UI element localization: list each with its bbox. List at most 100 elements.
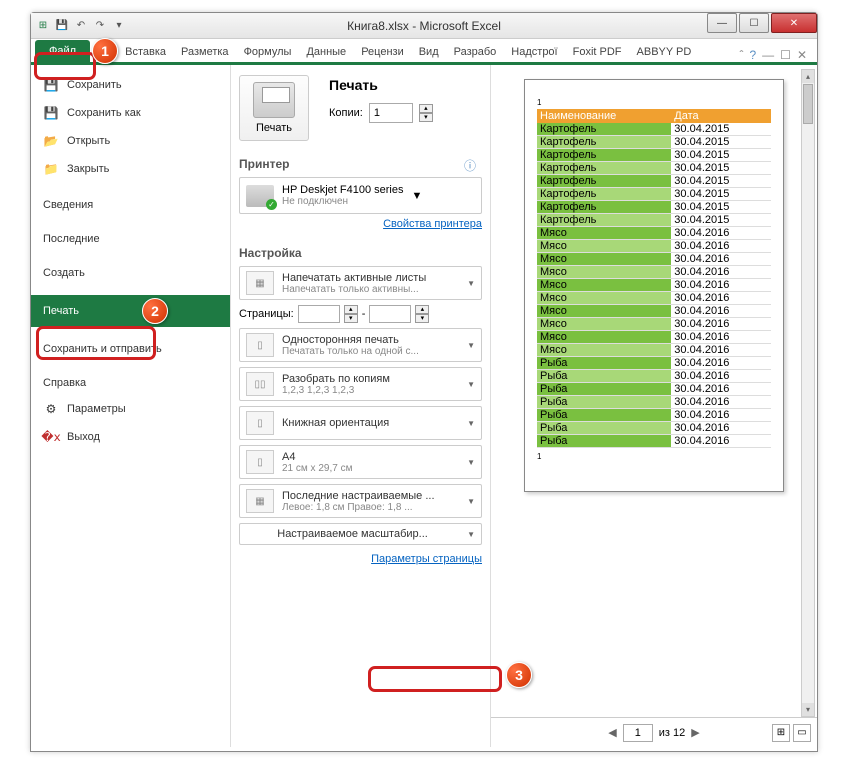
current-page-input[interactable] bbox=[623, 724, 653, 742]
tab-file[interactable]: Файл bbox=[35, 40, 90, 62]
cell: 30.04.2016 bbox=[671, 357, 771, 370]
nav-label: Справка bbox=[43, 377, 86, 389]
nav-share[interactable]: Сохранить и отправить bbox=[31, 337, 230, 361]
table-row: Картофель30.04.2015 bbox=[537, 175, 771, 188]
tab-abbyy[interactable]: ABBYY PD bbox=[630, 42, 699, 62]
zoom-page-button[interactable]: ▭ bbox=[793, 724, 811, 742]
table-row: Мясо30.04.2016 bbox=[537, 305, 771, 318]
window-minimize-icon[interactable]: — bbox=[762, 48, 774, 62]
spinner[interactable]: ▴▾ bbox=[415, 305, 429, 323]
app-window: ⊞ 💾 ↶ ↷ ▾ Книга8.xlsx - Microsoft Excel … bbox=[30, 12, 818, 752]
nav-recent[interactable]: Последние bbox=[31, 227, 230, 251]
cell: 30.04.2016 bbox=[671, 435, 771, 448]
close-icon: 📁 bbox=[43, 161, 59, 177]
sheets-icon: ▦ bbox=[246, 271, 274, 295]
callout-2: 2 bbox=[142, 298, 168, 324]
info-icon[interactable]: ⓘ bbox=[464, 157, 476, 174]
nav-new[interactable]: Создать bbox=[31, 261, 230, 285]
preview-scrollbar[interactable]: ▴ ▾ bbox=[801, 69, 815, 717]
tab-insert[interactable]: Вставка bbox=[118, 42, 173, 62]
setting-sides[interactable]: ▯ Односторонняя печатьПечатать только на… bbox=[239, 328, 482, 362]
window-close-icon[interactable]: ✕ bbox=[797, 48, 807, 62]
tab-developer[interactable]: Разрабо bbox=[447, 42, 504, 62]
cell: 30.04.2015 bbox=[671, 188, 771, 201]
prev-page-button[interactable]: ◀ bbox=[608, 726, 616, 739]
nav-save[interactable]: 💾Сохранить bbox=[31, 71, 230, 99]
cell: 30.04.2016 bbox=[671, 279, 771, 292]
window-title: Книга8.xlsx - Microsoft Excel bbox=[347, 19, 501, 33]
page-setup-link[interactable]: Параметры страницы bbox=[371, 553, 482, 565]
copies-spinner[interactable]: ▴▾ bbox=[419, 104, 433, 122]
nav-help[interactable]: Справка bbox=[31, 371, 230, 395]
help-icon[interactable]: ? bbox=[749, 48, 756, 62]
cell: 30.04.2016 bbox=[671, 396, 771, 409]
minimize-ribbon-icon[interactable]: ˆ bbox=[739, 48, 743, 62]
setting-collate[interactable]: ▯▯ Разобрать по копиям1,2,3 1,2,3 1,2,3 … bbox=[239, 367, 482, 401]
tab-layout[interactable]: Разметка bbox=[174, 42, 236, 62]
table-row: Рыба30.04.2016 bbox=[537, 383, 771, 396]
spinner[interactable]: ▴▾ bbox=[344, 305, 358, 323]
scroll-down-icon[interactable]: ▾ bbox=[802, 703, 814, 716]
setting-scaling[interactable]: Настраиваемое масштабир... ▼ bbox=[239, 523, 482, 545]
maximize-button[interactable]: ☐ bbox=[739, 13, 769, 33]
undo-icon[interactable]: ↶ bbox=[73, 18, 89, 34]
scroll-up-icon[interactable]: ▴ bbox=[802, 70, 814, 83]
print-button-label: Печать bbox=[256, 122, 292, 134]
next-page-button[interactable]: ▶ bbox=[691, 726, 699, 739]
qat-more-icon[interactable]: ▾ bbox=[111, 18, 127, 34]
window-restore-icon[interactable]: ☐ bbox=[780, 48, 791, 62]
tab-data[interactable]: Данные bbox=[299, 42, 353, 62]
tab-formulas[interactable]: Формулы bbox=[237, 42, 299, 62]
setting-print-what[interactable]: ▦ Напечатать активные листыНапечатать то… bbox=[239, 266, 482, 300]
cell: Мясо bbox=[537, 253, 671, 266]
preview-table: НаименованиеДата Картофель30.04.2015Карт… bbox=[537, 109, 771, 448]
nav-open[interactable]: 📂Открыть bbox=[31, 127, 230, 155]
nav-label: Закрыть bbox=[67, 163, 109, 175]
preview-page: 1 НаименованиеДата Картофель30.04.2015Ка… bbox=[524, 79, 784, 492]
pages-range: Страницы: ▴▾ - ▴▾ bbox=[239, 305, 482, 323]
cell: Мясо bbox=[537, 318, 671, 331]
cell: 30.04.2016 bbox=[671, 370, 771, 383]
show-margins-button[interactable]: ⊞ bbox=[772, 724, 790, 742]
cell: Рыба bbox=[537, 435, 671, 448]
setting-orientation[interactable]: ▯ Книжная ориентация ▼ bbox=[239, 406, 482, 440]
scroll-thumb[interactable] bbox=[803, 84, 813, 124]
cell: Мясо bbox=[537, 344, 671, 357]
pages-to-input[interactable] bbox=[369, 305, 411, 323]
cell: 30.04.2015 bbox=[671, 214, 771, 227]
tab-view[interactable]: Вид bbox=[412, 42, 446, 62]
cell: Рыба bbox=[537, 409, 671, 422]
printer-properties-link[interactable]: Свойства принтера bbox=[383, 218, 482, 230]
minimize-button[interactable]: — bbox=[707, 13, 737, 33]
portrait-icon: ▯ bbox=[246, 411, 274, 435]
printer-status: Не подключен bbox=[282, 196, 403, 207]
copies-input[interactable] bbox=[369, 103, 413, 123]
nav-label: Параметры bbox=[67, 403, 126, 415]
nav-exit[interactable]: �ⅹВыход bbox=[31, 423, 230, 451]
nav-close[interactable]: 📁 Закрыть bbox=[31, 155, 230, 183]
printer-selector[interactable]: HP Deskjet F4100 series Не подключен ▼ bbox=[239, 177, 482, 214]
nav-label: Печать bbox=[43, 305, 79, 317]
tab-review[interactable]: Рецензи bbox=[354, 42, 411, 62]
table-row: Рыба30.04.2016 bbox=[537, 409, 771, 422]
cell: Картофель bbox=[537, 214, 671, 227]
print-heading: Печать bbox=[329, 77, 433, 93]
pages-from-input[interactable] bbox=[298, 305, 340, 323]
setting-paper-size[interactable]: ▯ A421 см x 29,7 см ▼ bbox=[239, 445, 482, 479]
save-icon[interactable]: 💾 bbox=[54, 18, 70, 34]
cell: 30.04.2016 bbox=[671, 240, 771, 253]
redo-icon[interactable]: ↷ bbox=[92, 18, 108, 34]
cell: 30.04.2015 bbox=[671, 175, 771, 188]
nav-print[interactable]: Печать bbox=[31, 295, 230, 327]
print-preview-panel: 1 НаименованиеДата Картофель30.04.2015Ка… bbox=[491, 65, 817, 747]
nav-options[interactable]: ⚙Параметры bbox=[31, 395, 230, 423]
nav-saveas[interactable]: 💾Сохранить как bbox=[31, 99, 230, 127]
cell: Картофель bbox=[537, 136, 671, 149]
nav-info[interactable]: Сведения bbox=[31, 193, 230, 217]
preview-area: 1 НаименованиеДата Картофель30.04.2015Ка… bbox=[491, 65, 817, 717]
tab-foxit[interactable]: Foxit PDF bbox=[566, 42, 629, 62]
print-button[interactable]: Печать bbox=[239, 75, 309, 141]
tab-addins[interactable]: Надстрої bbox=[504, 42, 564, 62]
close-button[interactable]: ✕ bbox=[771, 13, 817, 33]
setting-margins[interactable]: ▦ Последние настраиваемые ...Левое: 1,8 … bbox=[239, 484, 482, 518]
